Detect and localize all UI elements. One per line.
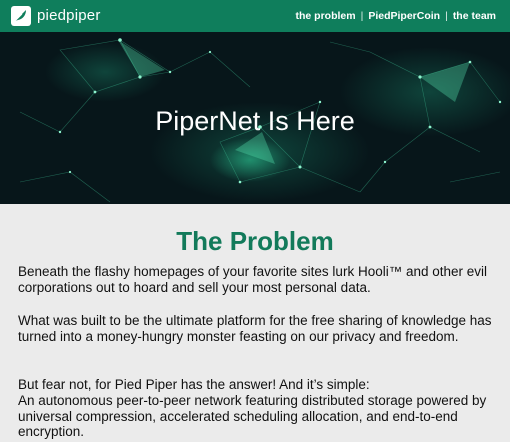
nav-link-the-problem[interactable]: the problem xyxy=(295,10,355,22)
problem-paragraph-3-line-2: An autonomous peer-to-peer network featu… xyxy=(18,393,487,439)
hero-title: PiperNet Is Here xyxy=(155,106,355,136)
section-title: The Problem xyxy=(176,226,334,256)
problem-paragraph-1: Beneath the flashy homepages of your fav… xyxy=(18,264,488,295)
piedpiper-logo-link[interactable]: piedpiper xyxy=(11,6,101,26)
nav-link-the-team[interactable]: the team xyxy=(453,10,496,22)
problem-section: The Problem Beneath the flashy homepages… xyxy=(0,204,510,442)
nav-link-piedpipercoin[interactable]: PiedPiperCoin xyxy=(368,10,440,22)
main-nav: the problem | PiedPiperCoin | the team xyxy=(295,0,496,32)
nav-separator: | xyxy=(360,10,364,22)
brand-name: piedpiper xyxy=(37,7,101,24)
problem-paragraph-3-line-1: But fear not, for Pied Piper has the ans… xyxy=(18,377,370,392)
problem-paragraph-2: What was built to be the ultimate platfo… xyxy=(18,313,492,344)
nav-separator: | xyxy=(445,10,448,22)
top-navbar: piedpiper the problem | PiedPiperCoin | … xyxy=(0,0,510,32)
hero-banner: PiperNet Is Here xyxy=(0,32,510,204)
piedpiper-logo-icon xyxy=(11,6,31,26)
